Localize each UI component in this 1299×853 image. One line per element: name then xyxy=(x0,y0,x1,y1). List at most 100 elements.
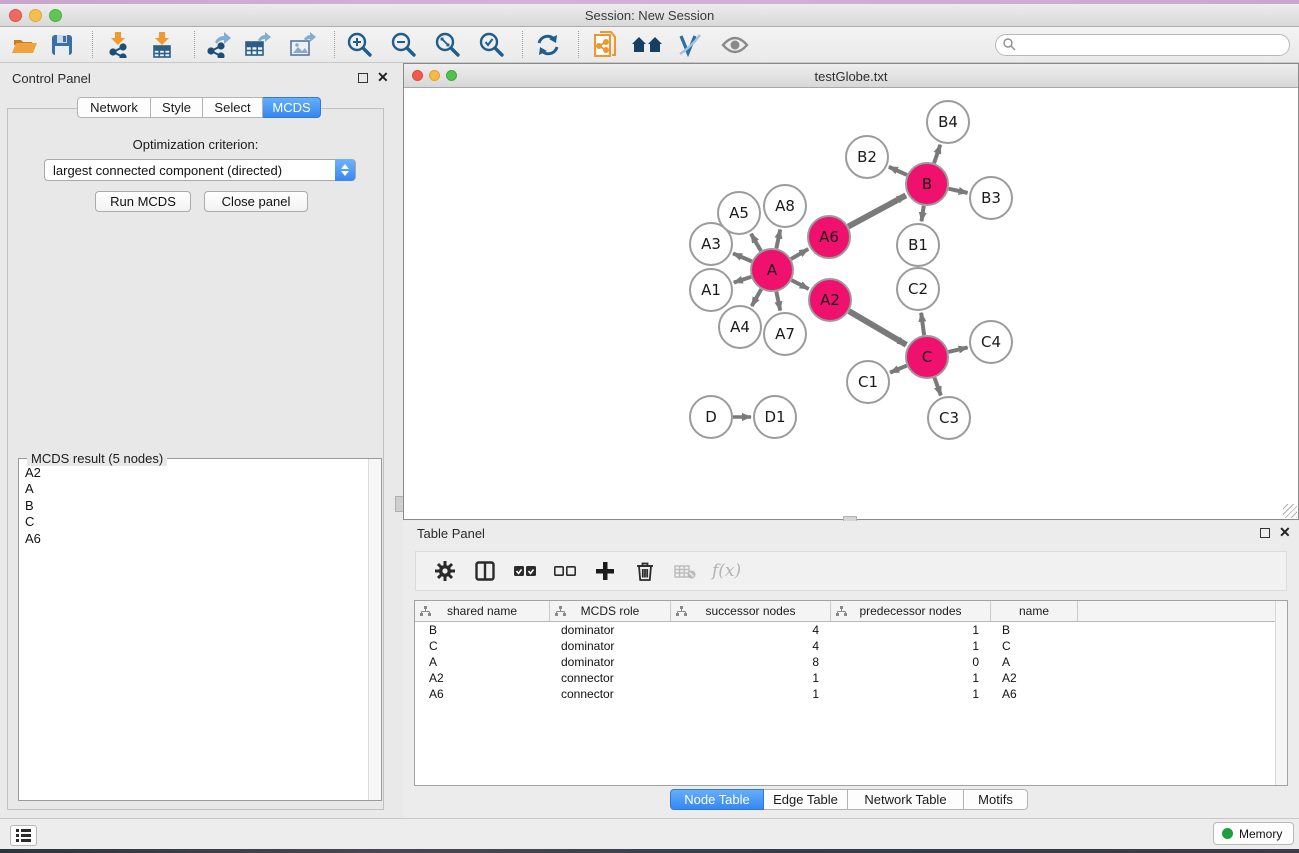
table-cell[interactable]: C xyxy=(991,638,1078,654)
table-scrollbar[interactable] xyxy=(1275,601,1287,785)
tab-network-table[interactable]: Network Table xyxy=(848,789,964,810)
select-all-columns-button[interactable] xyxy=(512,557,538,585)
table-cell[interactable]: 4 xyxy=(671,638,831,654)
zoom-in-button[interactable] xyxy=(340,29,380,61)
graph-edge-C-C2[interactable] xyxy=(921,313,924,335)
graph-node-D1[interactable]: D1 xyxy=(754,396,796,438)
tab-network[interactable]: Network xyxy=(77,97,151,118)
graph-node-A8[interactable]: A8 xyxy=(764,185,806,227)
graph-edge-B-B1[interactable] xyxy=(922,206,924,221)
table-cell[interactable]: A xyxy=(415,654,550,670)
unselect-all-columns-button[interactable] xyxy=(552,557,578,585)
graph-node-C2[interactable]: C2 xyxy=(897,268,939,310)
zoom-out-button[interactable] xyxy=(384,29,424,61)
mcds-result-list[interactable]: A2ABCA6 xyxy=(19,459,368,800)
table-cell[interactable]: 1 xyxy=(831,622,991,638)
refresh-view-button[interactable] xyxy=(528,29,568,61)
mcds-result-item[interactable]: B xyxy=(25,498,368,514)
open-session-button[interactable] xyxy=(4,29,44,61)
graph-node-B[interactable]: B xyxy=(906,163,948,205)
column-header-name[interactable]: name xyxy=(991,601,1078,621)
create-column-button[interactable] xyxy=(592,557,618,585)
hide-graphics-details-button[interactable] xyxy=(670,29,710,61)
table-cell[interactable]: 1 xyxy=(831,638,991,654)
column-header-MCDS-role[interactable]: MCDS role xyxy=(550,601,671,621)
column-header-predecessor-nodes[interactable]: predecessor nodes xyxy=(831,601,991,621)
table-cell[interactable]: dominator xyxy=(550,622,671,638)
table-cell[interactable]: dominator xyxy=(550,638,671,654)
zoom-selected-button[interactable] xyxy=(472,29,512,61)
network-window-titlebar[interactable]: testGlobe.txt xyxy=(404,64,1298,88)
table-cell[interactable]: A xyxy=(991,654,1078,670)
search-input[interactable] xyxy=(995,34,1290,56)
graph-node-A6[interactable]: A6 xyxy=(808,216,850,258)
network-canvas[interactable]: AA1A2A3A4A5A6A7A8BB1B2B3B4CC1C2C3C4DD1 xyxy=(404,88,1298,519)
zoom-fit-button[interactable] xyxy=(428,29,468,61)
close-table-panel-icon[interactable]: ✕ xyxy=(1279,527,1291,537)
table-cell[interactable]: 1 xyxy=(671,686,831,702)
tab-node-table[interactable]: Node Table xyxy=(670,789,764,810)
graph-edge-A-A3[interactable] xyxy=(733,253,752,261)
graph-node-A4[interactable]: A4 xyxy=(719,306,761,348)
run-mcds-button[interactable]: Run MCDS xyxy=(95,191,191,212)
network-from-file-button[interactable] xyxy=(585,29,625,61)
graph-node-A7[interactable]: A7 xyxy=(764,313,806,355)
tab-select[interactable]: Select xyxy=(203,97,263,118)
delete-table-button[interactable] xyxy=(672,557,698,585)
table-cell[interactable]: A2 xyxy=(415,670,550,686)
window-resize-grip[interactable] xyxy=(1283,504,1297,518)
first-neighbors-button[interactable] xyxy=(627,29,667,61)
table-cell[interactable]: 1 xyxy=(831,686,991,702)
graph-node-C1[interactable]: C1 xyxy=(847,361,889,403)
graph-edge-C-C1[interactable] xyxy=(890,366,907,373)
table-cell[interactable]: A2 xyxy=(991,670,1078,686)
graph-node-A5[interactable]: A5 xyxy=(718,192,760,234)
table-cell[interactable]: connector xyxy=(550,686,671,702)
table-cell[interactable]: 1 xyxy=(671,670,831,686)
show-columns-button[interactable] xyxy=(472,557,498,585)
export-table-button[interactable] xyxy=(238,29,278,61)
table-cell[interactable]: C xyxy=(415,638,550,654)
graph-edge-B-B2[interactable] xyxy=(889,167,907,175)
criterion-select[interactable]: largest connected component (directed) xyxy=(44,159,356,181)
graph-node-A2[interactable]: A2 xyxy=(809,279,851,321)
table-cell[interactable]: 1 xyxy=(831,670,991,686)
table-cell[interactable]: A6 xyxy=(991,686,1078,702)
mcds-list-scrollbar[interactable] xyxy=(368,459,381,800)
table-cell[interactable]: 8 xyxy=(671,654,831,670)
save-session-button[interactable] xyxy=(42,29,82,61)
graph-edge-A2-C[interactable] xyxy=(849,311,906,345)
table-cell[interactable]: connector xyxy=(550,670,671,686)
mcds-result-item[interactable]: A6 xyxy=(25,531,368,547)
close-panel-button[interactable]: Close panel xyxy=(204,191,308,212)
show-eye-button[interactable] xyxy=(715,29,755,61)
graph-node-D[interactable]: D xyxy=(690,396,732,438)
float-table-panel-icon[interactable] xyxy=(1260,528,1270,538)
graph-node-B4[interactable]: B4 xyxy=(927,101,969,143)
graph-node-B1[interactable]: B1 xyxy=(897,224,939,266)
tab-motifs[interactable]: Motifs xyxy=(964,789,1028,810)
export-image-button[interactable] xyxy=(283,29,323,61)
graph-node-C3[interactable]: C3 xyxy=(928,397,970,439)
table-cell[interactable]: A6 xyxy=(415,686,550,702)
table-options-button[interactable] xyxy=(432,557,458,585)
graph-edge-C-C4[interactable] xyxy=(948,347,967,352)
graph-edge-A-A5[interactable] xyxy=(751,234,761,251)
table-cell[interactable]: B xyxy=(415,622,550,638)
mcds-result-item[interactable]: A2 xyxy=(25,465,368,481)
graph-edge-A6-B[interactable] xyxy=(848,195,906,226)
graph-node-B3[interactable]: B3 xyxy=(970,177,1012,219)
graph-node-A1[interactable]: A1 xyxy=(690,269,732,311)
mcds-result-item[interactable]: C xyxy=(25,514,368,530)
import-network-button[interactable] xyxy=(98,29,138,61)
task-history-button[interactable] xyxy=(10,825,37,846)
graph-edge-A-A2[interactable] xyxy=(792,280,809,289)
float-panel-icon[interactable] xyxy=(358,73,368,83)
graph-edge-A-A8[interactable] xyxy=(776,230,780,249)
table-cell[interactable]: 4 xyxy=(671,622,831,638)
graph-node-A[interactable]: A xyxy=(751,249,793,291)
graph-edge-A-A1[interactable] xyxy=(734,277,751,283)
export-network-button[interactable] xyxy=(198,29,238,61)
graph-node-B2[interactable]: B2 xyxy=(846,136,888,178)
function-builder-icon[interactable]: f(x) xyxy=(712,561,741,581)
